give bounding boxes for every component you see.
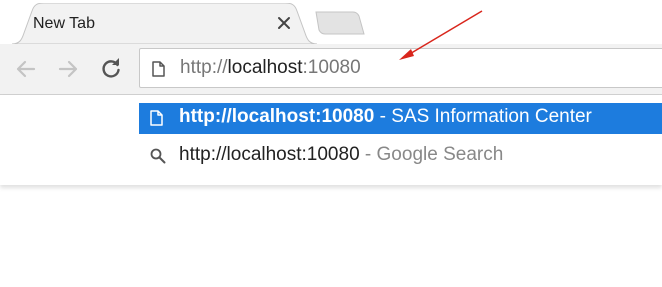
suggestion-separator: -	[379, 106, 386, 127]
url-scheme: http://	[180, 57, 228, 78]
suggestion-item[interactable]: http://localhost:10080 - SAS Information…	[139, 103, 662, 134]
suggestion-separator: -	[364, 144, 372, 165]
new-tab-button[interactable]	[313, 11, 365, 35]
page-icon	[152, 61, 165, 82]
url-host: localhost	[227, 57, 303, 78]
suggestion-text: http://localhost:10080 - Google Search	[179, 144, 503, 166]
tab-title: New Tab	[33, 15, 95, 32]
suggestion-text: http://localhost:10080 - SAS Information…	[179, 106, 592, 128]
address-bar[interactable]: http://localhost:10080	[139, 48, 662, 88]
forward-arrow-icon[interactable]	[55, 56, 81, 82]
suggestion-url: http://localhost:10080	[179, 144, 360, 165]
omnibox-suggestions: http://localhost:10080 - SAS Information…	[0, 95, 662, 185]
suggestion-description: SAS Information Center	[391, 106, 592, 127]
suggestion-url: http://localhost:10080	[179, 106, 375, 127]
back-arrow-icon[interactable]	[13, 56, 39, 82]
search-icon	[150, 148, 166, 170]
reload-icon[interactable]	[98, 56, 124, 82]
tab-new-tab[interactable]: New Tab	[12, 3, 317, 44]
address-text[interactable]: http://localhost:10080	[180, 57, 361, 79]
url-port: :10080	[302, 57, 361, 78]
page-icon	[150, 110, 163, 132]
close-icon[interactable]	[274, 13, 294, 33]
suggestion-description: Google Search	[376, 144, 504, 165]
suggestion-item[interactable]: http://localhost:10080 - Google Search	[139, 141, 662, 172]
tab-strip: New Tab	[0, 0, 662, 44]
toolbar: http://localhost:10080	[0, 44, 662, 95]
